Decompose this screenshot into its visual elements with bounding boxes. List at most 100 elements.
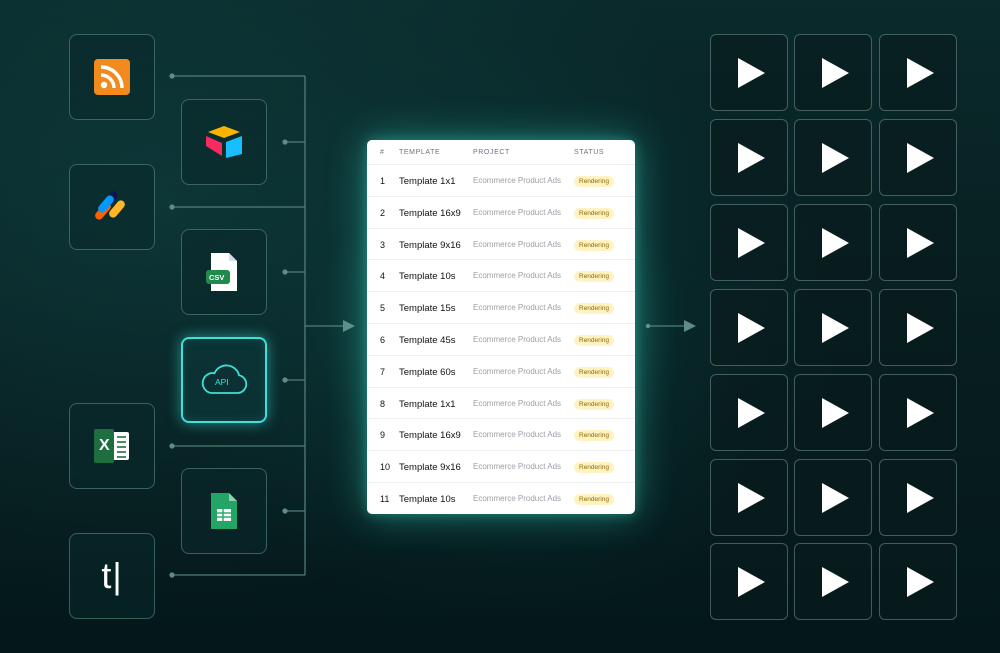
- table-row[interactable]: 3 Template 9x16 Ecommerce Product Ads Rende…: [367, 227, 635, 261]
- video-output-tile[interactable]: [879, 543, 957, 621]
- play-icon: [738, 142, 765, 173]
- source-csv[interactable]: CSV: [181, 229, 267, 315]
- table-row[interactable]: 6 Template 45s Ecommerce Product Ads Render…: [367, 323, 635, 356]
- row-number: 7: [380, 366, 386, 377]
- play-icon: [738, 397, 765, 428]
- api-cloud-icon: API: [199, 364, 249, 396]
- header-project: PROJECT: [473, 149, 510, 156]
- video-output-tile[interactable]: [710, 118, 788, 196]
- row-number: 10: [380, 462, 391, 473]
- excel-label: X: [99, 437, 110, 454]
- video-output-tile[interactable]: [794, 288, 872, 366]
- play-icon: [822, 482, 849, 513]
- play-icon: [822, 397, 849, 428]
- play-icon: [907, 482, 934, 513]
- row-template: Template 10s: [399, 494, 456, 505]
- status-badge: Rendering: [574, 366, 614, 378]
- row-project: Ecommerce Product Ads: [473, 207, 562, 217]
- video-output-tile[interactable]: [794, 373, 872, 451]
- row-project: Ecommerce Product Ads: [473, 366, 562, 376]
- video-output-tile[interactable]: [794, 543, 872, 621]
- table-row[interactable]: 2 Template 16x9 Ecommerce Product Ads Rende…: [367, 195, 635, 229]
- source-airtable[interactable]: [181, 99, 267, 185]
- row-number: 5: [380, 303, 386, 314]
- play-icon: [822, 58, 849, 88]
- status-badge: Rendering: [574, 335, 614, 346]
- play-icon: [907, 397, 934, 428]
- airtable-icon: [204, 124, 244, 160]
- status-badge: Rendering: [574, 303, 614, 315]
- video-output-tile[interactable]: [794, 118, 872, 196]
- google-sheets-icon: [209, 492, 239, 530]
- csv-label: CSV: [209, 273, 225, 282]
- row-template: Template 9x16: [399, 462, 461, 474]
- video-output-tile[interactable]: [879, 203, 957, 281]
- row-template: Template 60s: [399, 366, 456, 378]
- row-number: 9: [380, 430, 386, 441]
- source-excel[interactable]: X: [69, 403, 155, 489]
- header-template: TEMPLATE: [399, 149, 441, 156]
- table-row[interactable]: 7 Template 60s Ecommerce Product Ads Render…: [367, 354, 635, 388]
- source-typeform[interactable]: t|: [69, 533, 155, 619]
- video-output-tile[interactable]: [710, 34, 788, 111]
- video-output-tile[interactable]: [879, 34, 957, 111]
- play-icon: [907, 567, 934, 598]
- play-icon: [822, 567, 849, 598]
- play-icon: [738, 482, 765, 513]
- typeform-icon: t|: [101, 555, 123, 596]
- play-icon: [907, 142, 934, 173]
- video-output-tile[interactable]: [794, 458, 872, 536]
- status-badge: Rendering: [574, 239, 614, 251]
- table-row[interactable]: 4 Template 10s Ecommerce Product Ads Render…: [367, 259, 635, 292]
- video-output-tile[interactable]: [879, 288, 957, 366]
- rss-icon: [94, 59, 130, 95]
- row-number: 3: [380, 239, 386, 250]
- play-icon: [822, 312, 849, 343]
- video-output-tile[interactable]: [879, 118, 957, 196]
- video-output-tile[interactable]: [710, 543, 788, 621]
- status-badge: Rendering: [574, 494, 614, 505]
- play-icon: [907, 227, 934, 258]
- table-row[interactable]: 5 Template 15s Ecommerce Product Ads Render…: [367, 291, 635, 324]
- row-project: Ecommerce Product Ads: [473, 398, 562, 408]
- table-row[interactable]: 11 Template 10s Ecommerce Product Ads Rende…: [367, 482, 635, 514]
- status-badge: Rendering: [574, 176, 614, 187]
- play-icon: [738, 567, 765, 598]
- row-project: Ecommerce Product Ads: [473, 462, 562, 472]
- row-template: Template 16x9: [399, 207, 461, 219]
- play-icon: [738, 58, 765, 88]
- video-output-tile[interactable]: [710, 203, 788, 281]
- table-row[interactable]: 8 Template 1x1 Ecommerce Product Ads Render…: [367, 386, 635, 420]
- video-output-tile[interactable]: [710, 288, 788, 366]
- source-jotform[interactable]: [69, 164, 155, 250]
- table-row[interactable]: 9 Template 16x9 Ecommerce Product Ads Rende…: [367, 418, 635, 451]
- source-rss[interactable]: [69, 34, 155, 120]
- table-header: # TEMPLATE PROJECT STATUS: [367, 140, 635, 164]
- row-number: 2: [380, 207, 386, 218]
- row-template: Template 45s: [399, 335, 456, 346]
- source-api[interactable]: API: [181, 337, 267, 423]
- video-output-tile[interactable]: [710, 373, 788, 451]
- row-number: 8: [380, 398, 386, 409]
- row-project: Ecommerce Product Ads: [473, 271, 562, 281]
- video-output-tile[interactable]: [879, 373, 957, 451]
- header-status: STATUS: [574, 149, 605, 156]
- status-badge: Rendering: [574, 462, 614, 474]
- row-number: 11: [380, 494, 390, 504]
- play-icon: [822, 227, 849, 258]
- play-icon: [738, 227, 765, 258]
- row-template: Template 16x9: [399, 430, 461, 442]
- source-google-sheets[interactable]: [181, 468, 267, 554]
- table-row[interactable]: 10 Template 9x16 Ecommerce Product Ads Rend…: [367, 450, 635, 483]
- table-row[interactable]: 1 Template 1x1 Ecommerce Product Ads Render…: [367, 164, 635, 197]
- row-project: Ecommerce Product Ads: [473, 430, 562, 440]
- video-output-tile[interactable]: [794, 34, 872, 111]
- row-project: Ecommerce Product Ads: [473, 176, 562, 185]
- play-icon: [738, 312, 765, 343]
- video-output-tile[interactable]: [710, 458, 788, 536]
- play-icon: [907, 58, 934, 88]
- play-icon: [822, 142, 849, 173]
- row-template: Template 15s: [399, 303, 456, 315]
- video-output-tile[interactable]: [794, 203, 872, 281]
- video-output-tile[interactable]: [879, 458, 957, 536]
